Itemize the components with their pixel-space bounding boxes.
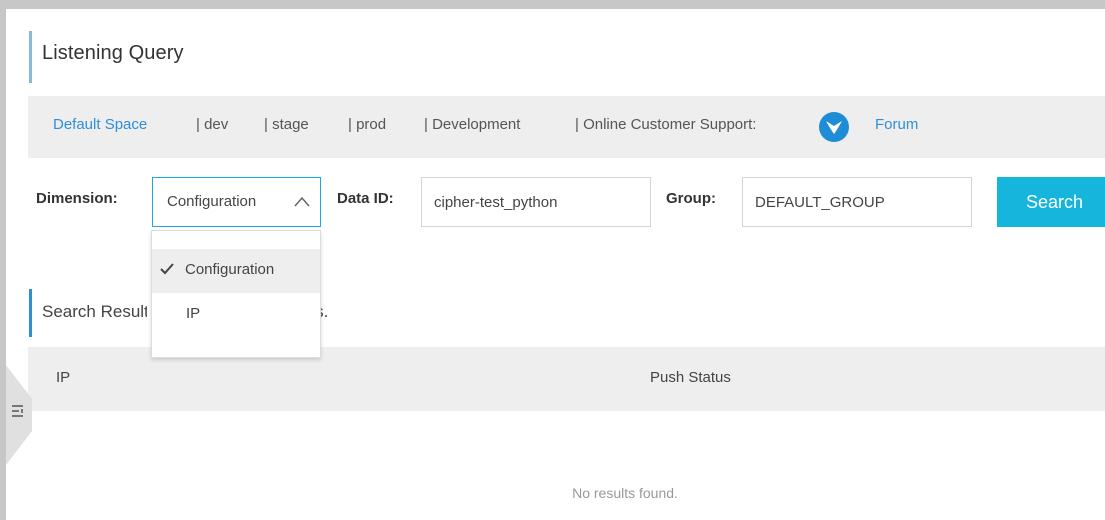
namespace-prod[interactable]: | prod: [348, 116, 386, 133]
empty-results-text: No results found.: [572, 485, 678, 501]
namespace-dev[interactable]: | dev: [196, 116, 228, 133]
checkmark-icon: [160, 263, 174, 275]
data-id-label: Data ID:: [337, 190, 394, 207]
window-top-border: [0, 0, 1105, 9]
dimension-label: Dimension:: [36, 190, 118, 207]
page-title: Listening Query: [42, 42, 184, 64]
dimension-option-ip[interactable]: IP: [152, 293, 320, 337]
data-id-input[interactable]: [421, 177, 651, 227]
namespace-development[interactable]: | Development: [424, 116, 520, 133]
namespace-default-space[interactable]: Default Space: [53, 116, 147, 133]
list-collapse-icon: [12, 405, 23, 417]
online-support-label: | Online Customer Support:: [575, 116, 757, 133]
column-header-push-status: Push Status: [650, 369, 731, 386]
bird-icon: [826, 121, 842, 134]
side-drawer-toggle[interactable]: [6, 365, 36, 465]
namespace-stage[interactable]: | stage: [264, 116, 309, 133]
customer-support-icon[interactable]: [819, 112, 849, 142]
column-header-ip: IP: [56, 369, 71, 386]
namespace-bar: [28, 96, 1105, 158]
title-accent-bar: [29, 31, 32, 83]
forum-link[interactable]: Forum: [875, 116, 918, 133]
dimension-dropdown-menu: Configuration IP: [151, 230, 321, 358]
results-accent-bar: [29, 289, 32, 337]
chevron-up-icon: [294, 196, 310, 207]
dimension-option-configuration[interactable]: Configuration: [152, 249, 320, 293]
dimension-select[interactable]: Configuration: [152, 177, 321, 227]
dimension-selected-value: Configuration: [167, 193, 257, 210]
group-label: Group:: [666, 190, 716, 207]
option-label: Configuration: [185, 261, 275, 278]
search-button[interactable]: Search: [997, 177, 1105, 227]
option-label: IP: [186, 305, 201, 322]
group-input[interactable]: [742, 177, 972, 227]
